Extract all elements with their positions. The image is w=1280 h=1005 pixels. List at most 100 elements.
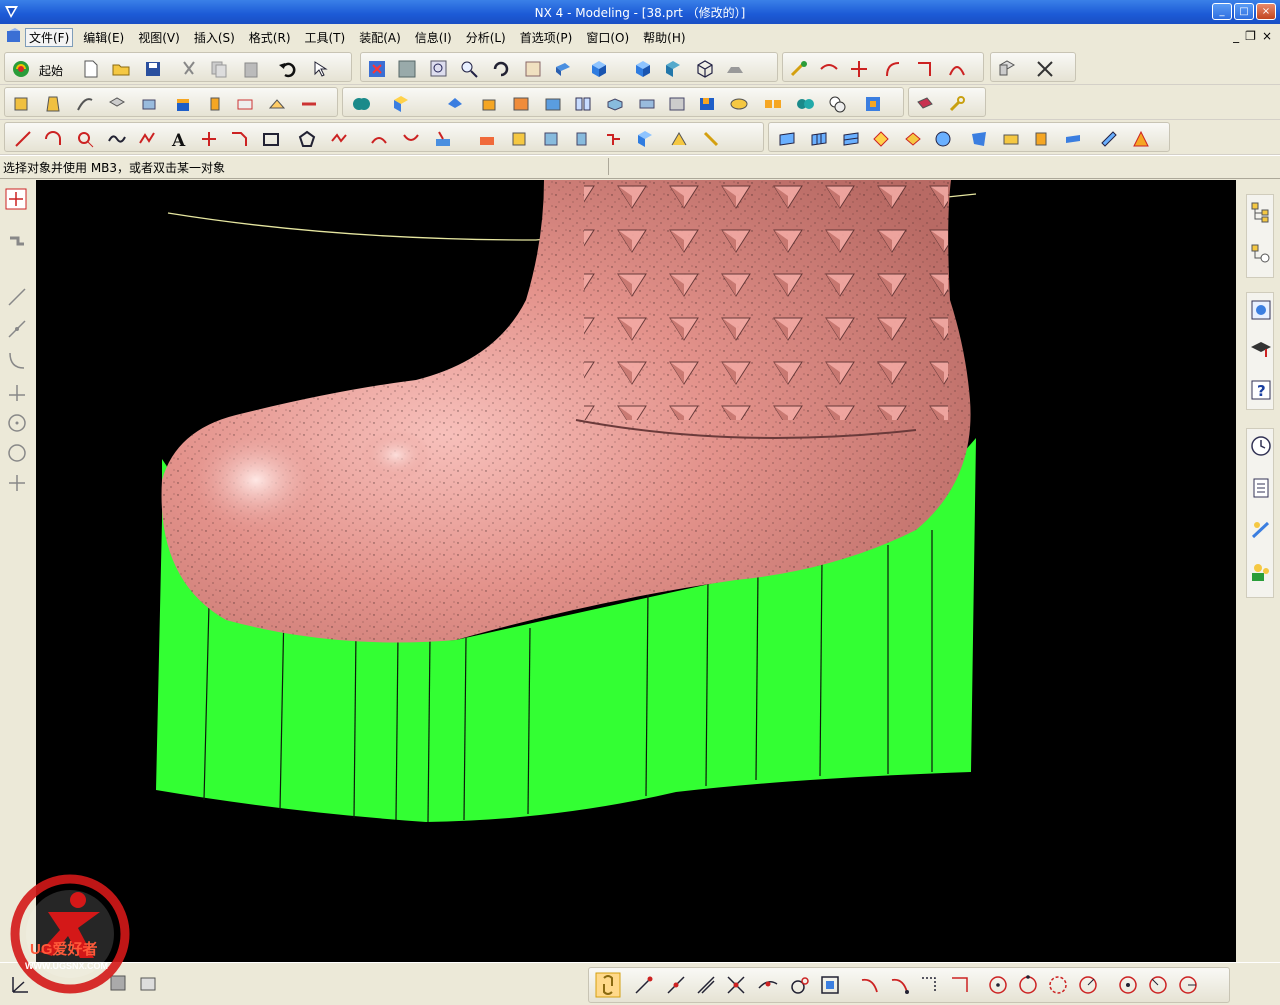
bridge-surface-icon[interactable] <box>933 129 953 149</box>
n-sided-surface-icon[interactable] <box>969 129 989 149</box>
tweak-icon[interactable] <box>789 59 809 79</box>
cube-icon[interactable] <box>633 59 653 79</box>
offset-curve-icon[interactable] <box>369 129 389 149</box>
sweep-icon[interactable] <box>75 94 95 114</box>
trimmed-sheet-icon[interactable] <box>1131 129 1151 149</box>
pocket-icon[interactable] <box>235 94 255 114</box>
polygon-icon[interactable] <box>297 129 317 149</box>
chamfer-icon[interactable] <box>445 94 465 114</box>
ruled-surface-icon[interactable] <box>777 129 797 149</box>
transition-icon[interactable] <box>1001 129 1021 149</box>
rotate-icon[interactable] <box>491 59 511 79</box>
minimize-button[interactable]: _ <box>1212 3 1232 20</box>
document-list-icon[interactable] <box>1250 477 1272 499</box>
flange-icon[interactable] <box>915 94 935 114</box>
section-surface-icon[interactable] <box>903 129 923 149</box>
swept-surface-icon[interactable] <box>871 129 891 149</box>
edge-blend-icon[interactable] <box>479 94 499 114</box>
bridge-curve-icon[interactable] <box>401 129 421 149</box>
offset-face-icon[interactable] <box>605 94 625 114</box>
snap-icon[interactable] <box>6 232 28 254</box>
section-curve-icon[interactable] <box>509 129 529 149</box>
circle-snap-icon[interactable] <box>987 974 1009 996</box>
layer-icon[interactable] <box>997 59 1017 79</box>
project-curve-icon[interactable] <box>433 129 453 149</box>
instance-icon[interactable] <box>763 94 783 114</box>
menu-item-1[interactable]: 编辑(E) <box>79 28 128 47</box>
zoom-window-icon[interactable] <box>397 59 417 79</box>
circle-tangent-icon[interactable] <box>1047 974 1069 996</box>
cut-icon[interactable] <box>179 59 199 79</box>
pan-icon[interactable] <box>523 59 543 79</box>
menu-item-9[interactable]: 首选项(P) <box>516 28 577 47</box>
groove-icon[interactable] <box>299 94 319 114</box>
new-file-icon[interactable] <box>81 59 101 79</box>
menu-item-7[interactable]: 信息(I) <box>411 28 456 47</box>
wireframe-icon[interactable] <box>695 59 715 79</box>
text-icon[interactable]: A <box>169 129 189 149</box>
maximize-button[interactable]: □ <box>1234 3 1254 20</box>
intersect-curve-icon[interactable] <box>477 129 497 149</box>
point-icon[interactable] <box>75 129 95 149</box>
shell-icon[interactable] <box>543 94 563 114</box>
rectangle-icon[interactable] <box>261 129 281 149</box>
menu-item-5[interactable]: 工具(T) <box>301 28 350 47</box>
join-curve-icon[interactable] <box>701 129 721 149</box>
menu-item-10[interactable]: 窗口(O) <box>582 28 633 47</box>
center-snap-icon[interactable] <box>1117 974 1139 996</box>
intersection-icon[interactable] <box>725 974 747 996</box>
selection-icon[interactable] <box>1250 519 1272 541</box>
model-view[interactable] <box>36 180 1236 962</box>
history-icon[interactable] <box>1250 435 1272 457</box>
face-blend-icon[interactable] <box>511 94 531 114</box>
select-icon[interactable] <box>5 188 27 210</box>
arc-center-icon[interactable] <box>757 974 779 996</box>
corner-icon[interactable] <box>915 59 935 79</box>
boss-icon[interactable] <box>205 94 225 114</box>
combined-curve-icon[interactable] <box>635 129 655 149</box>
extension-icon[interactable] <box>1031 129 1051 149</box>
pad-icon[interactable] <box>267 94 287 114</box>
face-analysis-icon[interactable] <box>663 59 683 79</box>
book-icon[interactable] <box>573 94 593 114</box>
control-point-icon[interactable] <box>695 974 717 996</box>
line-icon[interactable] <box>6 286 28 308</box>
open-folder-icon[interactable] <box>111 59 131 79</box>
mirror-body-icon[interactable] <box>795 94 815 114</box>
close-button[interactable]: × <box>1256 3 1276 20</box>
edit-object-icon[interactable] <box>138 973 160 995</box>
curve-length-icon[interactable] <box>947 59 967 79</box>
roles-icon[interactable] <box>1250 561 1272 583</box>
zoom-icon[interactable] <box>429 59 449 79</box>
subtract-icon[interactable] <box>391 94 411 114</box>
mdi-close-button[interactable]: × <box>1262 29 1272 43</box>
mdi-minimize-button[interactable]: _ <box>1233 29 1239 43</box>
endpoint-icon[interactable] <box>633 974 655 996</box>
plus-point-icon[interactable] <box>199 129 219 149</box>
hat-icon[interactable] <box>725 59 745 79</box>
arc-icon[interactable] <box>43 129 63 149</box>
start-icon[interactable] <box>11 59 31 79</box>
extract-curve-icon[interactable] <box>541 129 561 149</box>
menu-item-8[interactable]: 分析(L) <box>462 28 510 47</box>
bounded-plane-icon[interactable] <box>919 974 941 996</box>
midpoint-icon[interactable] <box>665 974 687 996</box>
extract-icon[interactable] <box>827 94 847 114</box>
undo-icon[interactable] <box>277 59 297 79</box>
shaded-cube-icon[interactable] <box>589 59 609 79</box>
training-icon[interactable] <box>1250 339 1272 361</box>
perspective-icon[interactable] <box>553 59 573 79</box>
point-set-icon[interactable] <box>137 129 157 149</box>
simplify-curve-icon[interactable] <box>669 129 689 149</box>
plus-icon[interactable] <box>6 472 28 494</box>
cylinder-icon[interactable] <box>139 94 159 114</box>
paste-icon[interactable] <box>241 59 261 79</box>
menu-item-2[interactable]: 视图(V) <box>134 28 184 47</box>
through-curves-icon[interactable] <box>809 129 829 149</box>
spline-icon[interactable] <box>107 129 127 149</box>
tangent-icon[interactable] <box>789 974 811 996</box>
menu-item-4[interactable]: 格式(R) <box>245 28 295 47</box>
assembly-navigator-icon[interactable] <box>1250 201 1272 223</box>
start-button[interactable]: 起始 <box>39 62 63 79</box>
law-extension-icon[interactable] <box>1063 129 1083 149</box>
